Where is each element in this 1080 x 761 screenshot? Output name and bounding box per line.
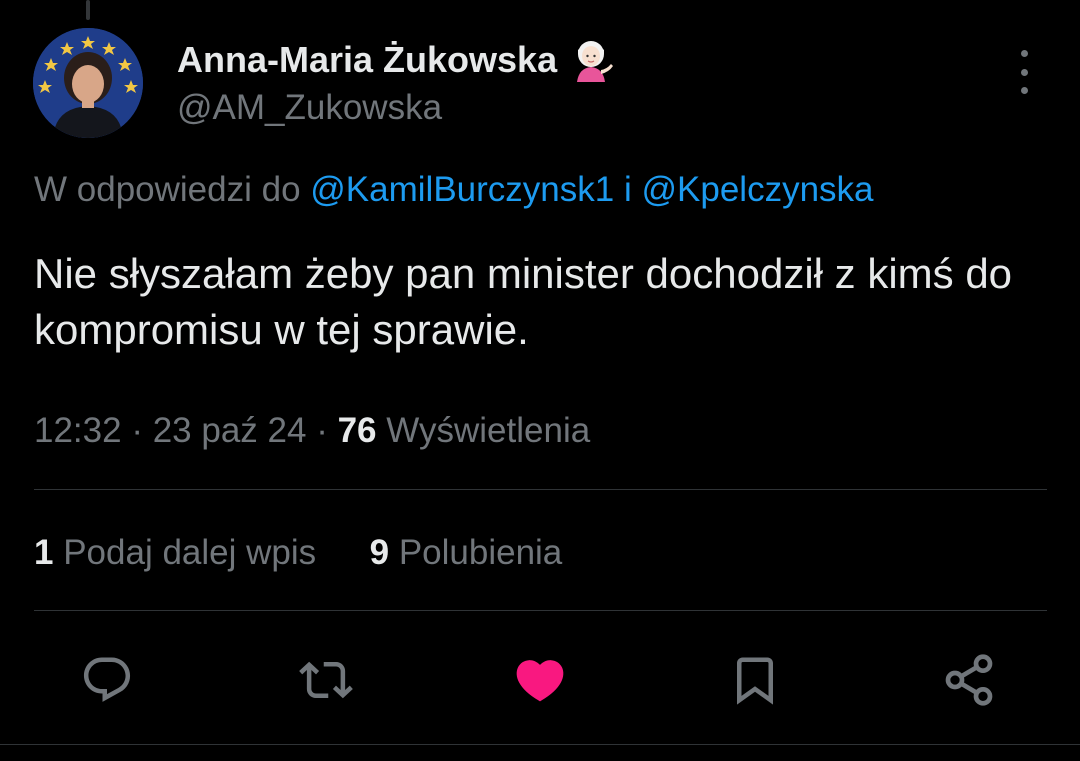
more-dot-icon [1020, 68, 1028, 76]
tweet-time[interactable]: 12:32 [34, 411, 122, 450]
tweet-meta: 12:32 · 23 paź 24 · 76 Wyświetlenia [34, 411, 590, 451]
likes-label: Polubienia [398, 533, 563, 572]
more-dot-icon [1020, 87, 1028, 94]
reply-button[interactable] [79, 652, 135, 708]
tweet-date[interactable]: 23 paź 24 [153, 411, 307, 450]
reply-context-prefix: W odpowiedzi do [34, 170, 301, 209]
bookmark-icon [737, 657, 773, 705]
tweet-text: Nie słyszałam żeby pan minister dochodzi… [34, 250, 1013, 353]
reposts-stat[interactable]: 1 Podaj dalej wpis [34, 533, 326, 572]
reply-icon [83, 657, 131, 702]
likes-stat[interactable]: 9 Polubienia [370, 533, 563, 572]
views-label: Wyświetlenia [386, 411, 591, 450]
views-count: 76 [337, 411, 377, 450]
divider [34, 489, 1047, 490]
engagement-stats: 1 Podaj dalej wpis 9 Polubienia [34, 533, 562, 573]
author-handle[interactable]: @AM_Zukowska [177, 88, 442, 128]
avatar[interactable] [33, 28, 143, 138]
avatar-image [33, 28, 143, 138]
bottom-divider [0, 744, 1080, 745]
meta-separator: · [316, 411, 328, 450]
like-button[interactable] [512, 652, 568, 708]
author-name-text: Anna-Maria Żukowska [177, 39, 558, 80]
like-heart-icon [516, 660, 564, 702]
reply-context: W odpowiedzi do @KamilBurczynsk1 i @Kpel… [34, 170, 874, 210]
more-options-button[interactable] [1004, 50, 1044, 94]
likes-count: 9 [369, 533, 390, 572]
more-dot-icon [1020, 50, 1028, 57]
mention-conjunction: i [623, 170, 632, 209]
mention-link-2[interactable]: @Kpelczynska [641, 170, 873, 209]
author-name[interactable]: Anna-Maria Żukowska [177, 38, 615, 82]
reposts-count: 1 [34, 533, 54, 572]
share-icon [945, 654, 993, 706]
mention-link-1[interactable]: @KamilBurczynsk1 [310, 170, 614, 209]
repost-icon [299, 661, 353, 699]
meta-separator: · [131, 411, 143, 450]
repost-button[interactable] [298, 652, 354, 708]
share-button[interactable] [941, 652, 997, 708]
woman-tipping-hand-icon [571, 38, 615, 82]
reposts-label: Podaj dalej wpis [63, 533, 317, 572]
divider [34, 610, 1047, 611]
bookmark-button[interactable] [727, 652, 783, 708]
thread-connector-line [86, 0, 90, 20]
